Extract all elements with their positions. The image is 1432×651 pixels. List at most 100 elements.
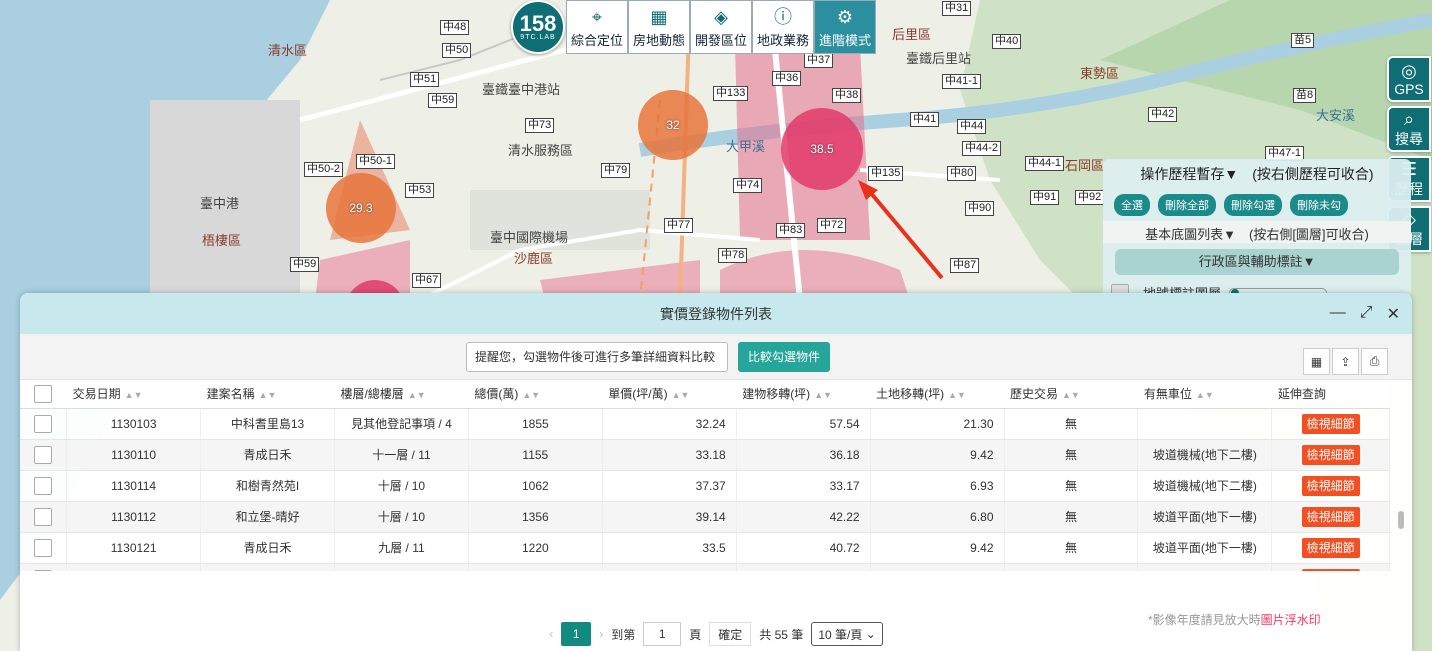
table-row[interactable]: 1130121 青成日禾 九層 / 11 1220 33.5 40.72 9.42 無坡道平面… <box>20 532 1390 564</box>
gps-button[interactable]: ◎ GPS <box>1387 56 1431 102</box>
history-title[interactable]: 操作歷程暫存▼ (按右側歷程可收合) <box>1103 159 1411 184</box>
search-button[interactable]: ⌕ 搜尋 <box>1387 106 1431 152</box>
cell-parking <box>1137 408 1273 440</box>
view-detail-button[interactable]: 檢視細節 <box>1301 507 1360 527</box>
road-label: 中90 <box>965 201 995 216</box>
row-checkbox[interactable] <box>34 476 53 495</box>
column-header[interactable]: 有無車位 ▲▼ <box>1137 380 1272 409</box>
place-label: 臺鐵后里站 <box>906 51 972 66</box>
row-checkbox-cell[interactable] <box>20 439 68 471</box>
column-header[interactable]: 單價(坪/萬) ▲▼ <box>602 380 737 409</box>
maximize-icon[interactable]: ⤢ <box>1360 304 1373 324</box>
row-checkbox-cell[interactable] <box>20 408 68 440</box>
compare-hint-field[interactable]: 提醒您，勾選物件後可進行多筆詳細資料比較 <box>466 341 728 372</box>
road-label: 中50-1 <box>356 154 396 169</box>
top-nav: ⌖ 綜合定位 ▦ 房地動態 ◈ 開發區位 ⓘ 地政業務 ⚙ 進階模式 <box>566 0 876 54</box>
column-header[interactable]: 樓層/總樓層 ▲▼ <box>334 380 469 409</box>
row-checkbox-cell[interactable] <box>20 532 68 564</box>
cell-parking: 坡道平面(地下一樓) <box>1137 563 1273 571</box>
view-detail-button[interactable]: 檢視細節 <box>1301 445 1360 465</box>
print-icon[interactable]: ⎙ <box>1361 348 1388 375</box>
columns-icon[interactable]: ▦ <box>1303 348 1330 375</box>
cell-action: 檢視細節 <box>1271 470 1390 502</box>
cluster-marker[interactable]: 32 <box>638 90 708 160</box>
history-panel: 操作歷程暫存▼ (按右側歷程可收合) 全選 刪除全部 刪除勾選 刪除未勾 基本底… <box>1103 159 1411 302</box>
row-checkbox-cell[interactable] <box>20 501 68 533</box>
column-header[interactable]: 交易日期 ▲▼ <box>66 380 201 409</box>
row-checkbox-cell[interactable] <box>20 563 68 571</box>
cell-land: 21.30 <box>870 408 1005 440</box>
nav-land-admin[interactable]: ⓘ 地政業務 <box>752 0 814 54</box>
nav-location[interactable]: ⌖ 綜合定位 <box>566 0 628 54</box>
row-checkbox-cell[interactable] <box>20 470 68 502</box>
cell-land: 6.80 <box>870 501 1005 533</box>
basemap-title[interactable]: 基本底圖列表▼ (按右側[圖層]可收合) <box>1103 221 1411 243</box>
cell-floor: 十一層 / 11 <box>334 439 469 471</box>
delete-all-button[interactable]: 刪除全部 <box>1158 194 1216 216</box>
table-row[interactable]: 1130114 和樹青然苑I 十層 / 10 1062 37.37 33.17 6.93 無坡… <box>20 470 1390 502</box>
location-pin-icon: ⌖ <box>591 7 603 27</box>
cluster-marker[interactable]: 29.3 <box>326 173 396 243</box>
nav-label: 綜合定位 <box>570 33 623 48</box>
cell-name: 和樹青然苑I <box>200 470 335 502</box>
current-page[interactable]: 1 <box>561 622 592 646</box>
cell-unit: 32.24 <box>602 408 737 440</box>
minimize-icon[interactable]: — <box>1330 304 1346 324</box>
prev-page-icon[interactable]: ‹ <box>549 627 553 641</box>
cell-floor: 十層 / 10 <box>334 501 469 533</box>
nav-label: 開發區位 <box>694 33 747 48</box>
road-label: 中36 <box>772 71 802 86</box>
table-row[interactable]: 1130105鼎一豐雅九層 / 9144848.7136.427.94無坡道平面… <box>20 563 1390 571</box>
table-scrollbar[interactable] <box>1398 511 1404 529</box>
table-row[interactable]: 1130103 中科耆里島13 見其他登記事項 / 4 1855 32.24 57.54 2… <box>20 408 1390 440</box>
cell-history: 無 <box>1004 532 1139 564</box>
modal-header[interactable]: 實價登錄物件列表 — ⤢ ✕ <box>20 293 1412 334</box>
place-label: 臺中港 <box>200 196 240 211</box>
nav-realestate[interactable]: ▦ 房地動態 <box>628 0 690 54</box>
row-checkbox[interactable] <box>34 538 53 557</box>
cluster-marker[interactable]: 38.5 <box>781 108 863 190</box>
cell-bldg: 42.22 <box>736 501 871 533</box>
delete-checked-button[interactable]: 刪除勾選 <box>1224 194 1282 216</box>
table-wrapper: 交易日期 ▲▼ 建案名稱 ▲▼ 樓層/總樓層 ▲▼ 總價(萬) ▲▼ 單價(坪/萬) ▲▼… <box>20 380 1412 571</box>
row-checkbox[interactable] <box>34 569 53 571</box>
goto-page-input[interactable]: 1 <box>643 622 682 646</box>
column-header[interactable]: 歷史交易 ▲▼ <box>1004 380 1138 409</box>
column-header[interactable]: 建物移轉(坪) ▲▼ <box>736 380 871 409</box>
river-label: 大安溪 <box>1316 108 1356 123</box>
row-checkbox[interactable] <box>34 414 53 433</box>
column-header[interactable]: 土地移轉(坪) ▲▼ <box>870 380 1004 409</box>
view-detail-button[interactable]: 檢視細節 <box>1301 414 1360 434</box>
cell-unit: 33.18 <box>602 439 737 471</box>
export-icon[interactable]: ⇪ <box>1332 348 1359 375</box>
view-detail-button[interactable]: 檢視細節 <box>1301 569 1360 571</box>
table-row[interactable]: 1130110 青成日禾 十一層 / 11 1155 33.18 36.18 9.42 無坡道… <box>20 439 1390 471</box>
select-all-checkbox-cell[interactable] <box>20 380 67 409</box>
column-header[interactable]: 總價(萬) ▲▼ <box>468 380 603 409</box>
cell-action: 檢視細節 <box>1271 439 1390 471</box>
road-label: 中92 <box>1075 190 1105 205</box>
view-detail-button[interactable]: 檢視細節 <box>1301 538 1360 558</box>
next-page-icon[interactable]: › <box>599 627 603 641</box>
table-row[interactable]: 1130112 和立堡-晴好 十層 / 10 1356 39.14 42.22 6.80 無坡… <box>20 501 1390 533</box>
compare-button[interactable]: 比較勾選物件 <box>738 341 831 372</box>
app-logo[interactable]: 158 9TC.LAB <box>511 0 565 54</box>
goto-confirm-button[interactable]: 確定 <box>709 622 752 646</box>
nav-development[interactable]: ◈ 開發區位 <box>690 0 752 54</box>
select-all-button[interactable]: 全選 <box>1114 194 1150 216</box>
close-icon[interactable]: ✕ <box>1387 304 1400 324</box>
view-detail-button[interactable]: 檢視細節 <box>1301 476 1360 496</box>
row-checkbox[interactable] <box>34 445 53 464</box>
cell-parking: 坡道機械(地下二樓) <box>1137 470 1273 502</box>
nav-advanced[interactable]: ⚙ 進階模式 <box>814 0 876 54</box>
cell-total: 1155 <box>468 439 603 471</box>
row-checkbox[interactable] <box>34 507 53 526</box>
delete-unchecked-button[interactable]: 刪除未勾 <box>1290 194 1348 216</box>
cell-action: 檢視細節 <box>1271 532 1390 564</box>
cell-name: 中科耆里島13 <box>200 408 335 440</box>
column-header[interactable]: 建案名稱 ▲▼ <box>200 380 335 409</box>
per-page-select[interactable]: 10 筆/頁 ⌄ <box>811 622 883 646</box>
road-label: 中87 <box>950 258 980 273</box>
total-count: 共 55 筆 <box>759 627 804 642</box>
overlay-dropdown[interactable]: 行政區與輔助標註▼ <box>1115 249 1399 275</box>
